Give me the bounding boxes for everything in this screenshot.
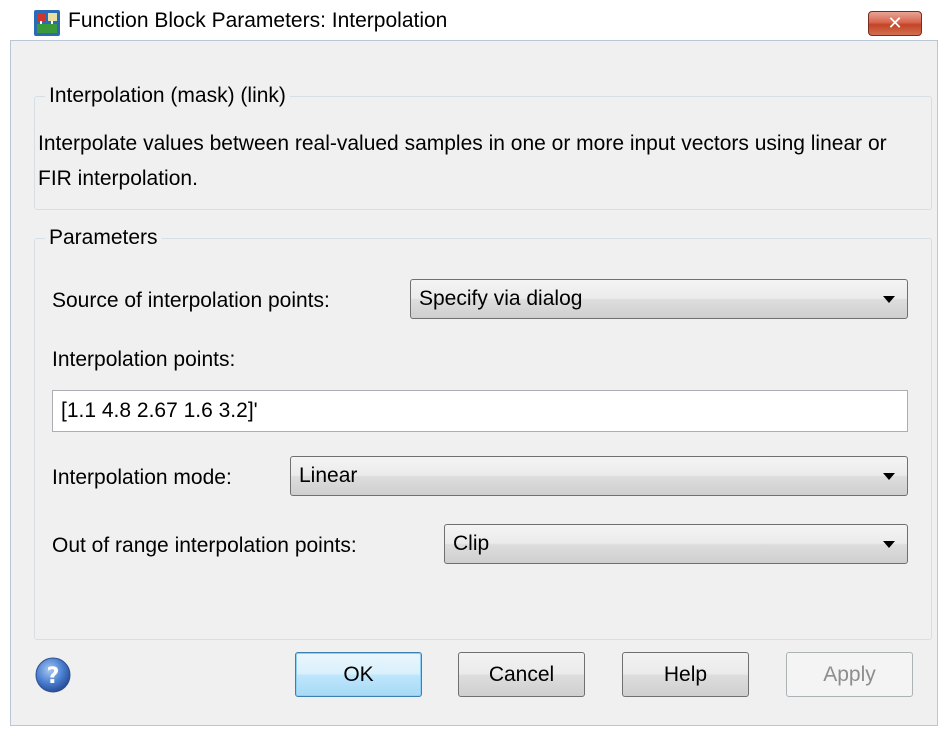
app-icon: [34, 10, 60, 36]
title-bar[interactable]: Function Block Parameters: Interpolation…: [2, 0, 944, 40]
dialog-window: Function Block Parameters: Interpolation…: [0, 0, 948, 732]
close-icon: ✕: [887, 13, 903, 33]
source-value: Specify via dialog: [419, 287, 583, 310]
parameters-group-legend: Parameters: [45, 225, 162, 251]
source-label: Source of interpolation points:: [52, 289, 330, 312]
mask-group-legend: Interpolation (mask) (link): [45, 83, 290, 109]
range-dropdown[interactable]: Clip: [444, 524, 908, 564]
window-title: Function Block Parameters: Interpolation: [68, 9, 448, 32]
cancel-button[interactable]: Cancel: [458, 652, 585, 697]
mode-label: Interpolation mode:: [52, 466, 232, 489]
mode-value: Linear: [299, 464, 358, 487]
ok-button[interactable]: OK: [295, 652, 422, 697]
mode-dropdown[interactable]: Linear: [290, 456, 908, 496]
chevron-down-icon: [883, 296, 895, 303]
source-dropdown[interactable]: Specify via dialog: [410, 279, 908, 319]
help-button[interactable]: Help: [622, 652, 749, 697]
block-description: Interpolate values between real-valued s…: [38, 132, 887, 190]
chevron-down-icon: [883, 541, 895, 548]
range-label: Out of range interpolation points:: [52, 534, 357, 557]
apply-button[interactable]: Apply: [786, 652, 913, 697]
interpolation-points-input[interactable]: [1.1 4.8 2.67 1.6 3.2]': [52, 390, 908, 432]
chevron-down-icon: [883, 473, 895, 480]
svg-text:?: ?: [47, 664, 60, 689]
interpolation-points-value: [1.1 4.8 2.67 1.6 3.2]': [61, 399, 258, 422]
help-question-icon[interactable]: ?: [34, 656, 72, 694]
points-label: Interpolation points:: [52, 348, 236, 371]
range-value: Clip: [453, 532, 490, 555]
close-button[interactable]: ✕: [868, 11, 922, 36]
